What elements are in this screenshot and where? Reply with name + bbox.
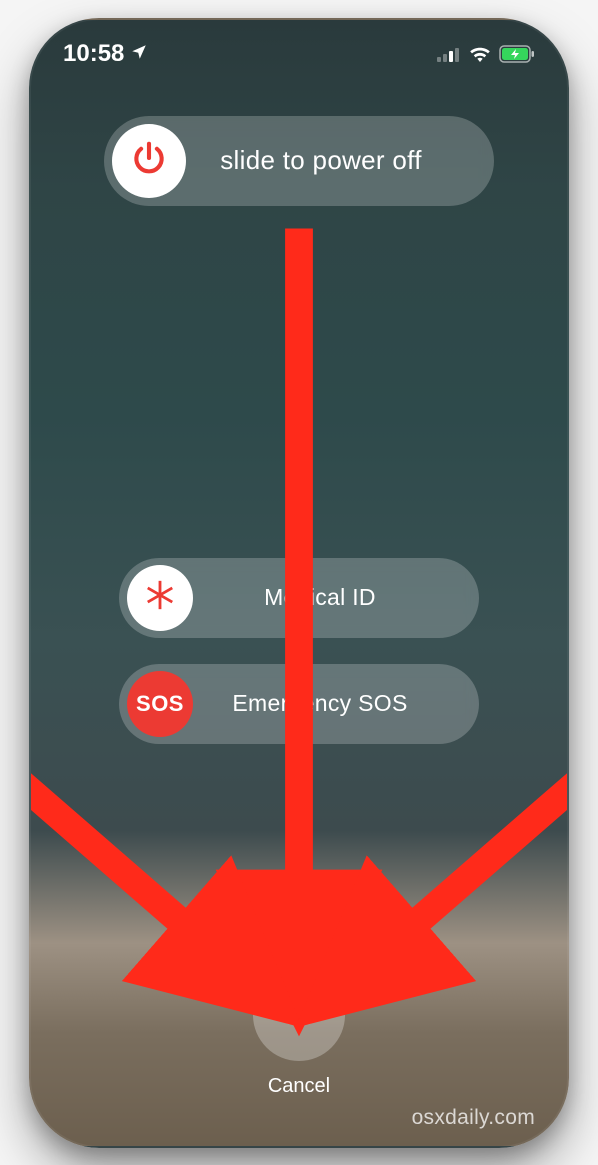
cancel-area: Cancel — [253, 969, 345, 1098]
iphone-power-off-screen: 10:58 — [29, 18, 569, 1148]
emergency-sos-label: Emergency SOS — [193, 690, 471, 717]
status-bar-right — [437, 45, 535, 63]
slide-emergency-sos[interactable]: SOS Emergency SOS — [119, 664, 479, 744]
medical-id-knob[interactable] — [127, 565, 193, 631]
slide-medical-id[interactable]: Medical ID — [119, 558, 479, 638]
slide-to-power-off[interactable]: slide to power off — [104, 116, 494, 206]
cancel-button[interactable] — [253, 969, 345, 1061]
close-x-icon — [279, 992, 319, 1037]
status-bar: 10:58 — [31, 34, 567, 74]
power-off-knob[interactable] — [112, 124, 186, 198]
sos-knob[interactable]: SOS — [127, 671, 193, 737]
cellular-signal-icon — [437, 46, 461, 62]
annotation-arrow-left — [31, 774, 239, 973]
wifi-icon — [469, 46, 491, 62]
status-bar-left: 10:58 — [63, 40, 148, 68]
cancel-label: Cancel — [268, 1075, 330, 1098]
status-time: 10:58 — [63, 40, 124, 68]
power-icon — [130, 139, 168, 182]
sos-icon: SOS — [136, 691, 184, 717]
location-arrow-icon — [130, 40, 148, 68]
medical-id-label: Medical ID — [193, 584, 471, 611]
watermark-text: osxdaily.com — [412, 1106, 535, 1130]
annotation-arrow-right — [359, 774, 567, 973]
battery-charging-icon — [499, 45, 535, 63]
power-off-label: slide to power off — [186, 145, 486, 176]
medical-asterisk-icon — [143, 578, 177, 617]
